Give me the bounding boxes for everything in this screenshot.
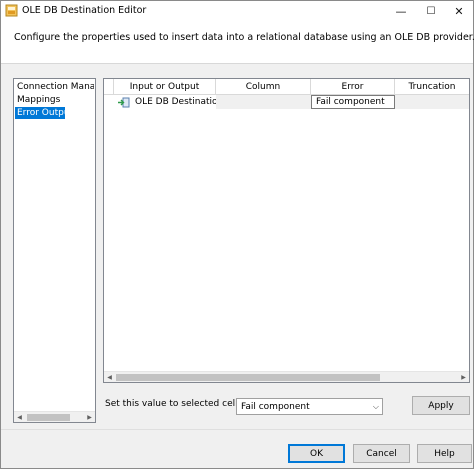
page-navigation-list[interactable]: Connection Manager Mappings Error Output… xyxy=(13,78,96,423)
minimize-icon: — xyxy=(395,4,407,18)
error-output-grid[interactable]: Input or Output Column Error Truncation … xyxy=(103,78,470,383)
description-panel: Configure the properties used to insert … xyxy=(1,21,474,64)
scroll-thumb[interactable] xyxy=(27,414,70,421)
set-value-label: Set this value to selected cells: xyxy=(105,399,246,409)
table-row[interactable]: OLE DB Destination... Fail component xyxy=(104,95,469,109)
description-text: Configure the properties used to insert … xyxy=(14,32,474,43)
title-bar: OLE DB Destination Editor — ☐ ✕ xyxy=(1,1,473,21)
scroll-left-icon[interactable]: ◀ xyxy=(14,412,25,422)
close-icon: ✕ xyxy=(454,4,464,18)
nav-horizontal-scrollbar[interactable]: ◀ ▶ xyxy=(14,411,95,422)
scroll-right-icon[interactable]: ▶ xyxy=(84,412,95,422)
nav-item-label: Error Output xyxy=(17,108,65,118)
ssis-app-icon xyxy=(5,4,18,17)
footer-divider xyxy=(1,429,473,430)
set-value-dropdown[interactable]: Fail component ⌵ xyxy=(236,398,383,415)
apply-button[interactable]: Apply xyxy=(412,396,470,415)
cancel-button[interactable]: Cancel xyxy=(353,444,410,463)
chevron-down-icon: ⌵ xyxy=(372,402,379,411)
maximize-icon: ☐ xyxy=(426,5,436,17)
close-button[interactable]: ✕ xyxy=(445,1,473,21)
nav-item-label: Mappings xyxy=(17,95,61,105)
nav-item-connection-manager[interactable]: Connection Manager xyxy=(15,81,94,93)
cell-truncation[interactable] xyxy=(395,95,469,109)
nav-item-label: Connection Manager xyxy=(17,82,94,92)
scroll-right-icon[interactable]: ▶ xyxy=(458,372,469,382)
nav-item-error-output[interactable]: Error Output xyxy=(15,107,65,119)
scroll-thumb[interactable] xyxy=(116,374,380,381)
column-header-column[interactable]: Column xyxy=(216,79,311,95)
nav-item-mappings[interactable]: Mappings xyxy=(15,94,94,106)
grid-horizontal-scrollbar[interactable]: ◀ ▶ xyxy=(104,371,469,382)
ok-button[interactable]: OK xyxy=(288,444,345,463)
cell-error[interactable]: Fail component xyxy=(311,95,395,109)
cell-input-or-output[interactable]: OLE DB Destination... xyxy=(132,95,216,109)
scroll-left-icon[interactable]: ◀ xyxy=(104,372,115,382)
minimize-button[interactable]: — xyxy=(387,1,415,21)
help-button[interactable]: Help xyxy=(417,444,472,463)
column-header-truncation[interactable]: Truncation xyxy=(395,79,469,95)
column-header-input-or-output[interactable]: Input or Output xyxy=(114,79,216,95)
column-header-error[interactable]: Error xyxy=(311,79,395,95)
input-icon xyxy=(118,97,130,108)
set-value-selected: Fail component xyxy=(241,402,310,412)
maximize-button[interactable]: ☐ xyxy=(417,1,445,21)
cell-column[interactable] xyxy=(216,95,311,109)
grid-header: Input or Output Column Error Truncation xyxy=(104,79,469,95)
editor-window: OLE DB Destination Editor — ☐ ✕ Configur… xyxy=(0,0,474,469)
row-header-corner xyxy=(104,79,114,95)
window-title: OLE DB Destination Editor xyxy=(22,5,147,16)
